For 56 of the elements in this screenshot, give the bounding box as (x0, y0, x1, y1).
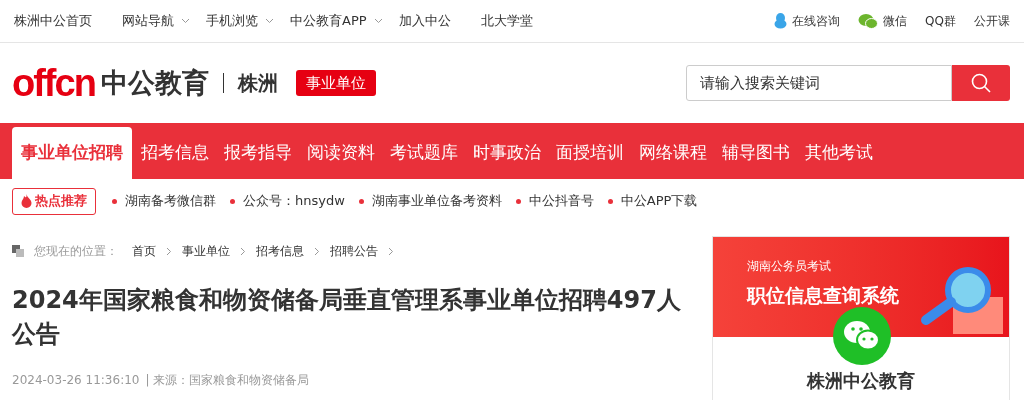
wechat-icon (858, 13, 879, 29)
top-nav-link[interactable]: 网站导航 (122, 11, 190, 31)
card-title: 株洲中公教育 (805, 369, 916, 393)
top-nav-link[interactable]: 公开课 (974, 12, 1010, 30)
chevron-icon (388, 246, 394, 256)
top-nav-link[interactable]: 株洲中公首页 (14, 11, 92, 31)
logo-wordmark: offcn (12, 64, 95, 102)
banner-subtitle: 湖南公务员考试 (747, 258, 832, 275)
nav-tab[interactable]: 招考信息 (135, 127, 215, 179)
article-title: 2024年国家粮食和物资储备局垂直管理系事业单位招聘497人公告 (12, 285, 682, 350)
logo-text: 中公教育 (100, 65, 209, 100)
hot-link[interactable]: 中公APP下载 (607, 191, 698, 211)
hot-link[interactable]: 公众号：hnsydw (230, 191, 345, 211)
wechat-icon (833, 307, 891, 365)
hot-link[interactable]: 湖南备考微信群 (112, 191, 216, 211)
breadcrumb-link[interactable]: 事业单位 (182, 242, 230, 260)
nav-tab[interactable]: 其他考试 (799, 127, 879, 179)
top-nav-link[interactable]: 加入中公 (398, 11, 451, 31)
channel-badge: 事业单位 (295, 69, 376, 97)
top-nav-link[interactable]: QQ群 (925, 12, 956, 30)
breadcrumb-link[interactable]: 首页 (132, 242, 156, 260)
nav-tab[interactable]: 事业单位招聘 (12, 127, 132, 179)
hot-link[interactable]: 中公抖音号 (515, 191, 594, 211)
breadcrumb-link[interactable]: 招考信息 (256, 242, 304, 260)
penguin-icon (774, 13, 788, 29)
nav-tab[interactable]: 时事政治 (467, 127, 547, 179)
chevron-icon (166, 246, 172, 256)
breadcrumb-label: 您现在的位置： (34, 243, 118, 260)
caret-icon (265, 18, 274, 24)
nav-tab[interactable]: 考试题库 (384, 127, 464, 179)
top-nav-link[interactable]: 中公教育APP (290, 11, 383, 31)
search-icon (971, 73, 991, 93)
nav-tab[interactable]: 面授培训 (550, 127, 630, 179)
breadcrumb-link[interactable]: 招聘公告 (330, 242, 378, 260)
search-button[interactable] (952, 65, 1010, 101)
chevron-icon (240, 246, 246, 256)
top-nav-link[interactable]: 在线咨询 (774, 12, 841, 30)
caret-icon (181, 18, 190, 24)
hot-link[interactable]: 湖南事业单位备考资料 (358, 191, 502, 211)
search-field[interactable]: 请输入搜索关键词 (686, 65, 952, 101)
top-nav-link[interactable]: 北大学堂 (480, 11, 533, 31)
nav-tab[interactable]: 阅读资料 (301, 127, 381, 179)
banner-title: 职位信息查询系统 (747, 283, 899, 308)
flame-icon (21, 194, 32, 208)
nav-tab[interactable]: 报考指导 (218, 127, 298, 179)
nav-tab[interactable]: 网络课程 (633, 127, 713, 179)
city-name: 株洲 (237, 70, 278, 97)
article-date: 2024-03-26 11:36:10 (12, 372, 140, 389)
top-nav-link[interactable]: 微信 (858, 12, 908, 30)
article-source: | 来源：国家粮食和物资储备局 (145, 372, 310, 389)
top-nav-link[interactable]: 手机浏览 (206, 11, 274, 31)
hot-badge: 热点推荐 (12, 187, 96, 215)
caret-icon (373, 18, 383, 24)
chevron-icon (314, 246, 320, 256)
location-icon (12, 245, 24, 257)
nav-tab[interactable]: 辅导图书 (716, 127, 796, 179)
